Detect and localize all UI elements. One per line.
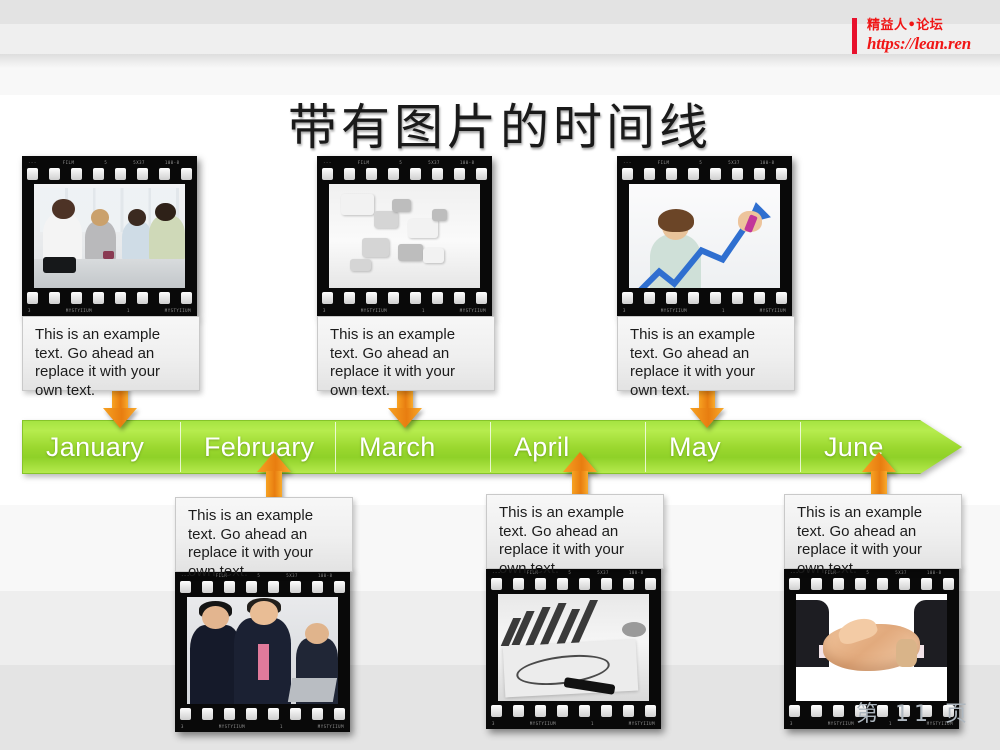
february-photo [187,597,338,704]
slide-canvas: 精益人•论坛 https://lean.ren 带有图片的时间线 ·-- FIL… [0,0,1000,750]
film-sprocket-holes-top [27,168,192,180]
may-film-frame: ·-- FILM 5 5X37 100-8 3 MYSTYIIUM 1 MYST… [617,156,792,316]
page-title: 带有图片的时间线 [287,99,712,156]
film-markings-top: ·-- FILM 5 5X37 100-8 [323,160,475,165]
film-markings-bottom: 3 MYSTYIIUM 1 MYSTYIIUM [323,308,486,313]
april-photo [498,594,649,701]
february-connector-arrow [257,452,291,498]
page-number: 第 11 页 [856,702,972,727]
film-sprocket-holes-bottom [491,705,656,717]
film-markings-top: ·-- FILM 5 5X37 100-8 [28,160,180,165]
background-band-top-3 [0,54,1000,81]
march-callout-text: This is an example text. Go ahead an rep… [330,326,456,399]
site-watermark-logo: 精益人•论坛 https://lean.ren [852,18,971,54]
march-film-frame: ·-- FILM 5 5X37 100-8 3 MYSTYIIUM 1 MYST… [317,156,492,316]
timeline-month-label: March [359,431,436,462]
timeline-month-march[interactable]: March [335,420,490,474]
film-sprocket-holes-bottom [180,708,345,720]
june-connector-arrow [862,452,896,498]
film-markings-bottom: 3 MYSTYIIUM 1 MYSTYIIUM [28,308,191,313]
february-film-frame: ·-- FILM 5 5X37 100-8 3 MYSTYIIUM 1 MYS [175,569,350,732]
film-sprocket-holes-bottom [322,292,487,304]
film-sprocket-holes-top [491,578,656,590]
june-callout-text: This is an example text. Go ahead an rep… [797,504,923,577]
watermark-name: 精益人•论坛 [867,18,944,33]
film-sprocket-holes-bottom [27,292,192,304]
january-callout: This is an example text. Go ahead an rep… [22,316,200,399]
film-markings-bottom: 3 MYSTYIIUM 1 MYSTYIIUM [181,724,344,729]
timeline-month-label: January [46,431,145,462]
film-sprocket-holes-top [622,168,787,180]
april-film-frame: ·-- FILM 5 5X37 100-8 [486,566,661,729]
may-callout-text: This is an example text. Go ahead an rep… [630,326,756,399]
timeline-month-cells: January February March April May June [22,420,962,474]
february-callout-text: This is an example text. Go ahead an rep… [188,507,314,580]
january-callout-text: This is an example text. Go ahead an rep… [35,326,161,399]
film-markings-bottom: 3 MYSTYIIUM 1 MYSTYIIUM [492,721,655,726]
march-callout: This is an example text. Go ahead an rep… [317,316,495,399]
april-callout-text: This is an example text. Go ahead an rep… [499,504,625,577]
timeline-month-january[interactable]: January [22,420,180,474]
may-photo [629,184,780,288]
film-sprocket-holes-top [789,578,954,590]
chart-arrow-graphic [638,202,771,288]
timeline-month-may[interactable]: May [645,420,800,474]
march-photo [329,184,480,288]
film-sprocket-holes-bottom [622,292,787,304]
background-band-top-1 [0,0,1000,24]
timeline-month-label: May [669,431,721,462]
watermark-url: https://lean.ren [867,34,972,53]
timeline-bar[interactable]: January February March April May June [22,420,962,474]
february-callout: This is an example text. Go ahead an rep… [175,497,353,580]
january-film-frame: ·-- FILM 5 5X37 100-8 3 MYSTYIIUM 1 MYST… [22,156,197,316]
background-band-top-2 [0,24,1000,54]
april-connector-arrow [563,452,597,498]
april-callout: This is an example text. Go ahead an rep… [486,494,664,577]
film-sprocket-holes-top [322,168,487,180]
june-callout: This is an example text. Go ahead an rep… [784,494,962,577]
june-photo [796,594,947,701]
film-markings-top: ·-- FILM 5 5X37 100-8 [623,160,775,165]
film-sprocket-holes-top [180,581,345,593]
may-callout: This is an example text. Go ahead an rep… [617,316,795,399]
january-photo [34,184,185,288]
film-markings-bottom: 3 MYSTYIIUM 1 MYSTYIIUM [623,308,786,313]
timeline-month-label: April [514,431,570,462]
